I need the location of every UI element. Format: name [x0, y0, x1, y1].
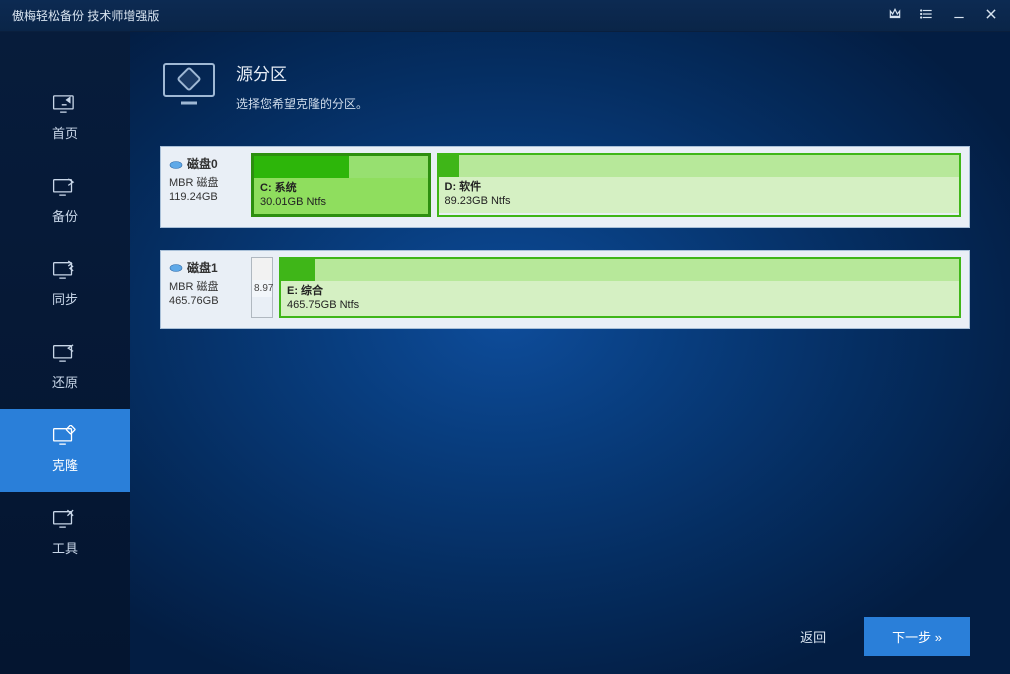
partition-small[interactable]: 8.97 [251, 257, 273, 319]
sidebar-item-label: 首页 [52, 123, 78, 142]
disk-name: 磁盘1 [187, 259, 218, 276]
sidebar-item-label: 工具 [52, 538, 78, 557]
partition-detail: 30.01GB Ntfs [260, 196, 326, 208]
sidebar-item-restore[interactable]: 还原 [0, 326, 130, 409]
clone-icon [51, 425, 79, 447]
partition-name: E: 综合 [287, 284, 953, 298]
partition-detail: 89.23GB Ntfs [445, 195, 511, 207]
disk-info: 磁盘0 MBR 磁盘 119.24GB [169, 153, 241, 217]
partition-detail: 465.75GB Ntfs [287, 299, 359, 311]
minimize-icon[interactable] [952, 7, 966, 24]
tools-icon [51, 508, 79, 530]
sync-icon [51, 259, 79, 281]
monitor-icon [160, 60, 218, 108]
disk-card: 磁盘0 MBR 磁盘 119.24GB C: 系统 30.01GB Ntfs D… [160, 146, 970, 228]
sidebar-item-label: 克隆 [52, 455, 78, 474]
sidebar-item-backup[interactable]: 备份 [0, 160, 130, 243]
partition-d[interactable]: D: 软件 89.23GB Ntfs [437, 153, 962, 217]
disk-card: 磁盘1 MBR 磁盘 465.76GB 8.97 E: 综合 465.75GB … [160, 250, 970, 330]
sidebar-item-home[interactable]: 首页 [0, 77, 130, 160]
page-subtitle: 选择您希望克隆的分区。 [236, 95, 368, 112]
main-content: 源分区 选择您希望克隆的分区。 磁盘0 MBR 磁盘 119.24GB [130, 32, 1010, 674]
disk-icon [169, 159, 183, 169]
partition-usage-bar [281, 259, 959, 281]
disk-type: MBR 磁盘 [169, 280, 241, 294]
disk-size: 119.24GB [169, 190, 241, 204]
titlebar: 傲梅轻松备份 技术师增强版 [0, 0, 1010, 32]
menu-icon[interactable] [920, 7, 934, 24]
partitions: 8.97 E: 综合 465.75GB Ntfs [251, 257, 961, 319]
footer: 返回 下一步 » [786, 617, 970, 656]
home-icon [51, 93, 79, 115]
sidebar-item-sync[interactable]: 同步 [0, 243, 130, 326]
sidebar-item-label: 还原 [52, 372, 78, 391]
partition-e[interactable]: E: 综合 465.75GB Ntfs [279, 257, 961, 319]
partition-name: C: 系统 [260, 181, 422, 195]
partition-label: E: 综合 465.75GB Ntfs [281, 281, 959, 317]
partition-label: 8.97 [252, 280, 272, 297]
disk-size: 465.76GB [169, 294, 241, 308]
app-body: 首页 备份 同步 还原 克隆 [0, 32, 1010, 674]
backup-icon [51, 176, 79, 198]
disk-info: 磁盘1 MBR 磁盘 465.76GB [169, 257, 241, 319]
partition-label: D: 软件 89.23GB Ntfs [439, 177, 960, 213]
sidebar-item-clone[interactable]: 克隆 [0, 409, 130, 492]
close-icon[interactable] [984, 7, 998, 24]
sidebar-item-label: 同步 [52, 289, 78, 308]
disk-type: MBR 磁盘 [169, 176, 241, 190]
sidebar-item-tools[interactable]: 工具 [0, 492, 130, 575]
partitions: C: 系统 30.01GB Ntfs D: 软件 89.23GB Ntfs [251, 153, 961, 217]
disk-icon [169, 262, 183, 272]
page-title: 源分区 [236, 60, 368, 85]
app-title: 傲梅轻松备份 技术师增强版 [12, 7, 888, 24]
partition-name: D: 软件 [445, 180, 954, 194]
partition-usage-bar [439, 155, 960, 177]
partition-label: C: 系统 30.01GB Ntfs [254, 178, 428, 214]
partition-c[interactable]: C: 系统 30.01GB Ntfs [251, 153, 431, 217]
back-button[interactable]: 返回 [786, 619, 840, 654]
sidebar-item-label: 备份 [52, 206, 78, 225]
restore-icon [51, 342, 79, 364]
next-button[interactable]: 下一步 » [864, 617, 970, 656]
crown-icon[interactable] [888, 7, 902, 24]
partition-usage-bar [254, 156, 428, 178]
titlebar-actions [888, 7, 998, 24]
page-header: 源分区 选择您希望克隆的分区。 [160, 60, 970, 112]
sidebar: 首页 备份 同步 还原 克隆 [0, 32, 130, 674]
partition-usage-bar [252, 258, 272, 280]
disk-name: 磁盘0 [187, 155, 218, 172]
